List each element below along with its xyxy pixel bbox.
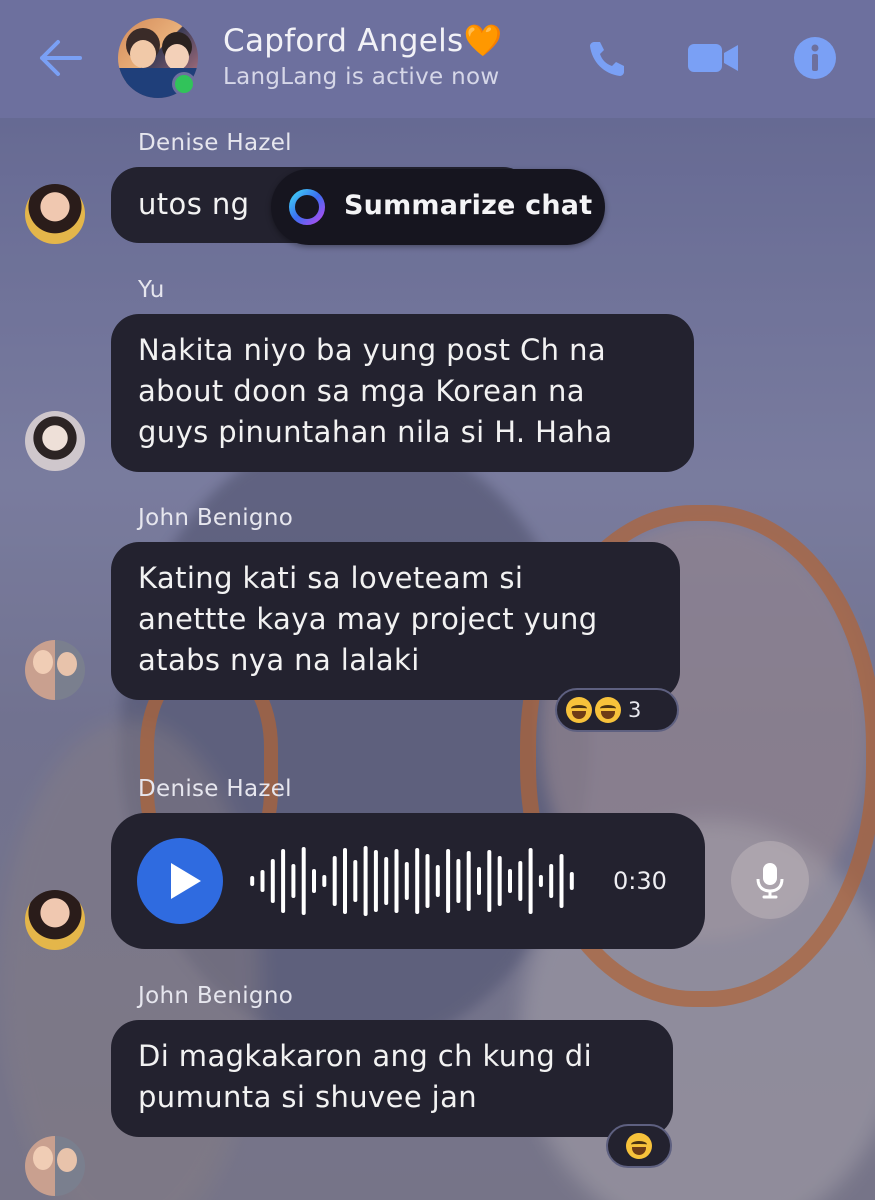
summarize-chat-label: Summarize chat [344, 190, 593, 221]
group-avatar[interactable] [118, 18, 198, 98]
phone-icon[interactable] [586, 36, 634, 80]
chat-title: Capford Angels🧡 [223, 23, 503, 59]
info-icon[interactable] [793, 36, 841, 80]
laughing-emoji-icon [566, 697, 592, 723]
sender-name: Denise Hazel [138, 130, 292, 156]
message-bubble[interactable]: Nakita niyo ba yung post Ch na about doo… [111, 314, 694, 472]
message-text: Kating kati sa loveteam si anettte kaya … [138, 561, 598, 677]
chat-header: Capford Angels🧡 LangLang is active now [0, 0, 875, 118]
message-bubble[interactable]: Kating kati sa loveteam si anettte kaya … [111, 542, 680, 700]
play-icon[interactable] [137, 838, 223, 924]
sender-name: Denise Hazel [138, 776, 292, 802]
audio-waveform[interactable] [247, 843, 577, 919]
message-text: Di magkakaron ang ch kung di pumunta si … [138, 1039, 593, 1114]
summarize-chat-button[interactable]: Summarize chat [271, 169, 605, 245]
reaction-pill[interactable]: 3 [555, 688, 679, 732]
reaction-pill[interactable] [606, 1124, 672, 1168]
squinting-laugh-emoji-icon [595, 697, 621, 723]
sender-name: John Benigno [138, 983, 294, 1009]
video-camera-icon[interactable] [688, 36, 738, 80]
avatar[interactable] [25, 184, 85, 244]
active-status: LangLang is active now [223, 64, 500, 90]
message-bubble[interactable]: Di magkakaron ang ch kung di pumunta si … [111, 1020, 673, 1137]
voice-duration: 0:30 [613, 867, 667, 895]
sender-name: Yu [138, 277, 165, 303]
message-text: Nakita niyo ba yung post Ch na about doo… [138, 333, 613, 449]
avatar[interactable] [25, 411, 85, 471]
chat-title-block[interactable]: Capford Angels🧡 LangLang is active now [223, 22, 502, 92]
avatar[interactable] [25, 1136, 85, 1196]
squinting-laugh-emoji-icon [626, 1133, 652, 1159]
reaction-count: 3 [628, 698, 642, 722]
sender-name: John Benigno [138, 505, 294, 531]
arrow-left-icon[interactable] [36, 38, 84, 78]
ai-ring-icon [289, 189, 325, 225]
voice-message[interactable]: 0:30 [111, 813, 705, 949]
microphone-icon[interactable] [731, 841, 809, 919]
avatar[interactable] [25, 640, 85, 700]
online-status-dot [172, 72, 196, 96]
avatar[interactable] [25, 890, 85, 950]
